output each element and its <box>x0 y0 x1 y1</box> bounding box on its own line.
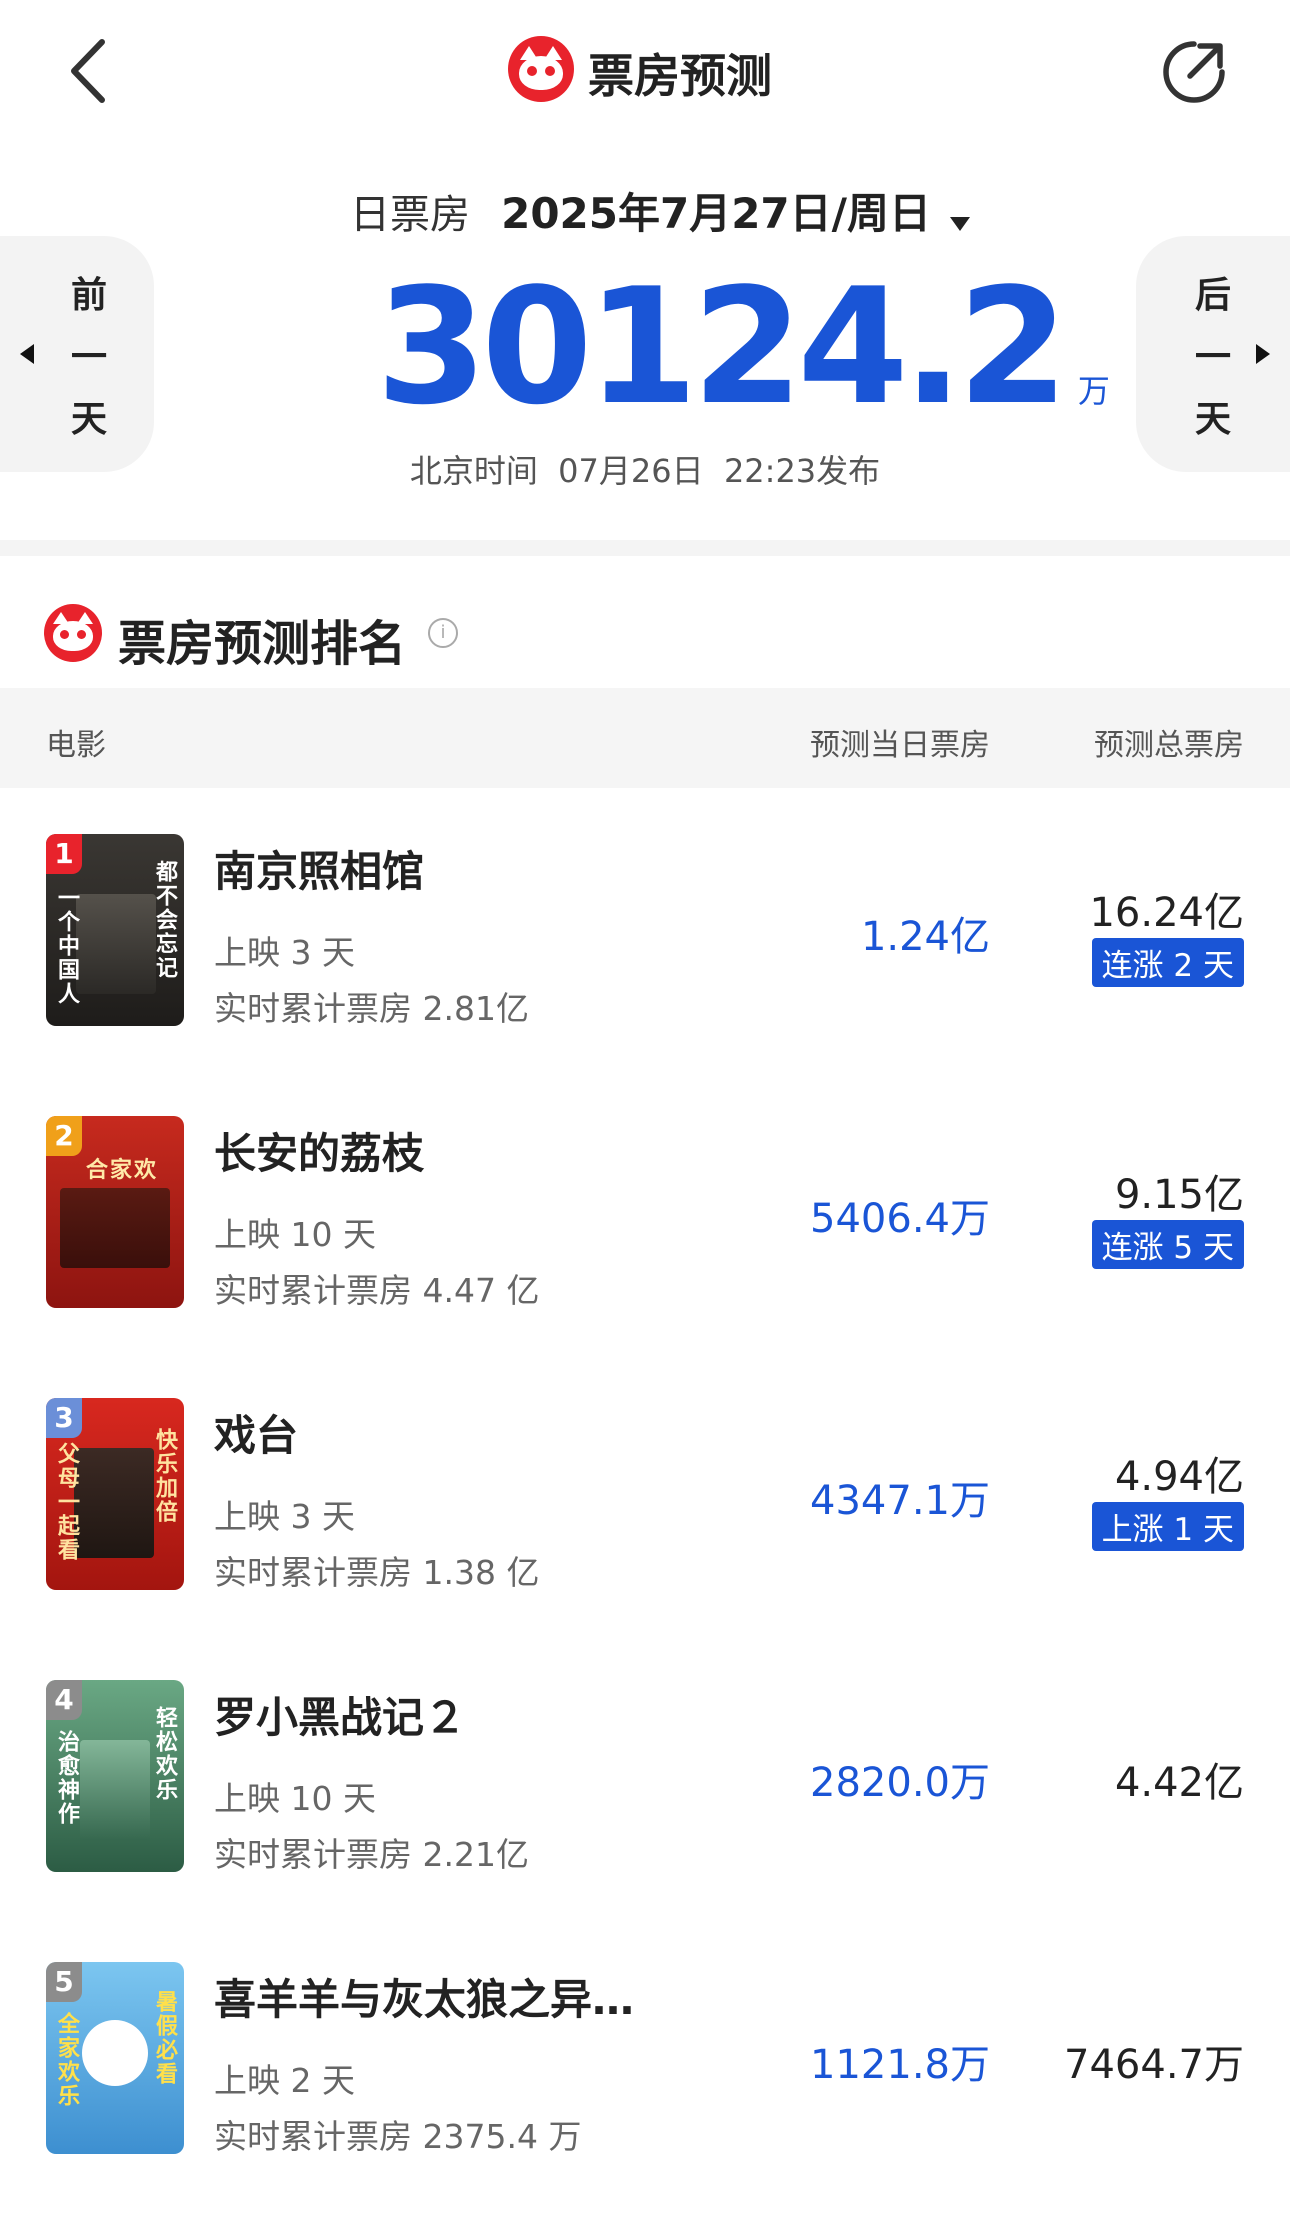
caret-down-icon <box>950 216 971 231</box>
caret-left-icon <box>20 344 34 364</box>
movie-title: 戏台 <box>214 1411 299 1460</box>
day-forecast: 5406.4万 <box>810 1196 990 1242</box>
total-forecast: 16.24亿 <box>1089 890 1244 936</box>
movie-title: 长安的荔枝 <box>214 1129 425 1178</box>
poster-tagline: 合家欢 <box>86 1158 159 1183</box>
column-movie: 电影 <box>46 728 106 763</box>
date-selector[interactable]: 日票房 2025年7月27日/周日 <box>350 180 971 240</box>
cumulative-boxoffice: 实时累计票房 2375.4 万 <box>214 2117 582 2156</box>
movie-poster: 快乐加倍 父母一起看 3 <box>46 1398 184 1590</box>
movie-row[interactable]: 快乐加倍 父母一起看 3 戏台 上映 3 天 实时累计票房 1.38 亿 434… <box>0 1384 1290 1666</box>
cumulative-boxoffice: 实时累计票房 2.21亿 <box>214 1835 529 1874</box>
day-forecast: 4347.1万 <box>810 1478 990 1524</box>
column-day-forecast: 预测当日票房 <box>810 728 990 763</box>
movie-poster: 合家欢 2 <box>46 1116 184 1308</box>
poster-tagline-left: 一个中国人 <box>54 886 79 1006</box>
day-forecast: 2820.0万 <box>810 1760 990 1806</box>
prev-day-button[interactable]: 前 一 天 <box>0 236 154 472</box>
poster-figures <box>60 1188 170 1268</box>
table-header: 电影 预测当日票房 预测总票房 <box>0 688 1290 788</box>
cumulative-boxoffice: 实时累计票房 4.47 亿 <box>214 1271 540 1310</box>
poster-tagline: 轻松欢乐 <box>152 1706 177 1802</box>
next-day-label: 后 一 天 <box>1194 275 1231 440</box>
days-showing: 上映 3 天 <box>214 1497 355 1536</box>
poster-tagline: 都不会忘记 <box>152 860 177 980</box>
rank-badge: 2 <box>46 1116 82 1156</box>
poster-character <box>82 2020 148 2086</box>
daily-boxoffice-value: 30124.2 <box>376 253 1069 440</box>
poster-figures <box>74 1448 154 1558</box>
movie-poster: 轻松欢乐 治愈神作 4 <box>46 1680 184 1872</box>
days-showing: 上映 10 天 <box>214 1779 376 1818</box>
share-icon <box>1163 41 1225 103</box>
info-icon[interactable]: i <box>428 618 458 648</box>
maoyan-logo <box>508 36 574 102</box>
next-day-button[interactable]: 后 一 天 <box>1136 236 1290 472</box>
share-button[interactable] <box>1160 38 1228 106</box>
trend-badge: 连涨 2 天 <box>1091 938 1244 987</box>
publish-time: 北京时间 07月26日 22:23发布 <box>409 452 881 490</box>
section-divider <box>0 540 1290 556</box>
cumulative-boxoffice: 实时累计票房 2.81亿 <box>214 989 529 1028</box>
caret-right-icon <box>1256 344 1270 364</box>
back-button[interactable] <box>62 36 118 106</box>
movie-row[interactable]: 合家欢 2 长安的荔枝 上映 10 天 实时累计票房 4.47 亿 5406.4… <box>0 1102 1290 1384</box>
day-forecast: 1121.8万 <box>810 2042 990 2088</box>
days-showing: 上映 10 天 <box>214 1215 376 1254</box>
poster-tagline-left: 全家欢乐 <box>54 2012 79 2108</box>
poster-tagline-left: 父母一起看 <box>54 1442 79 1562</box>
total-forecast: 9.15亿 <box>1114 1172 1244 1218</box>
ranking-title: 票房预测排名 <box>118 616 407 672</box>
movie-title: 罗小黑战记２ <box>214 1693 467 1742</box>
poster-tagline: 快乐加倍 <box>152 1428 177 1524</box>
days-showing: 上映 2 天 <box>214 2061 355 2100</box>
chevron-left-icon <box>71 39 105 103</box>
movie-poster: 都不会忘记 一个中国人 1 <box>46 834 184 1026</box>
column-total-forecast: 预测总票房 <box>1094 728 1244 763</box>
prev-day-label: 前 一 天 <box>70 275 107 440</box>
daily-boxoffice-total: 30124.2 万 <box>376 262 1110 432</box>
date-label: 日票房 <box>350 192 470 238</box>
poster-figures <box>80 1740 150 1840</box>
days-showing: 上映 3 天 <box>214 933 355 972</box>
date-value: 2025年7月27日/周日 <box>501 189 931 238</box>
page-title: 票房预测 <box>588 49 772 103</box>
movie-row[interactable]: 暑假必看 全家欢乐 5 喜羊羊与灰太狼之异… 上映 2 天 实时累计票房 237… <box>0 1948 1290 2214</box>
poster-figures <box>76 894 156 994</box>
total-forecast: 7464.7万 <box>1064 2042 1244 2088</box>
poster-tagline-left: 治愈神作 <box>54 1730 79 1826</box>
total-forecast: 4.42亿 <box>1114 1760 1244 1806</box>
poster-tagline: 暑假必看 <box>152 1990 177 2086</box>
movie-row[interactable]: 轻松欢乐 治愈神作 4 罗小黑战记２ 上映 10 天 实时累计票房 2.21亿 … <box>0 1666 1290 1948</box>
trend-badge: 上涨 1 天 <box>1091 1502 1244 1551</box>
maoyan-logo-small <box>44 604 102 662</box>
trend-badge: 连涨 5 天 <box>1091 1220 1244 1269</box>
rank-badge: 3 <box>46 1398 82 1438</box>
daily-boxoffice-unit: 万 <box>1077 372 1110 410</box>
rank-badge: 5 <box>46 1962 82 2002</box>
rank-badge: 1 <box>46 834 82 874</box>
movie-title: 喜羊羊与灰太狼之异… <box>214 1975 635 2024</box>
total-forecast: 4.94亿 <box>1114 1454 1244 1500</box>
rank-badge: 4 <box>46 1680 82 1720</box>
movie-poster: 暑假必看 全家欢乐 5 <box>46 1962 184 2154</box>
movie-row[interactable]: 都不会忘记 一个中国人 1 南京照相馆 上映 3 天 实时累计票房 2.81亿 … <box>0 820 1290 1102</box>
cumulative-boxoffice: 实时累计票房 1.38 亿 <box>214 1553 540 1592</box>
day-forecast: 1.24亿 <box>860 914 990 960</box>
movie-title: 南京照相馆 <box>214 847 425 896</box>
